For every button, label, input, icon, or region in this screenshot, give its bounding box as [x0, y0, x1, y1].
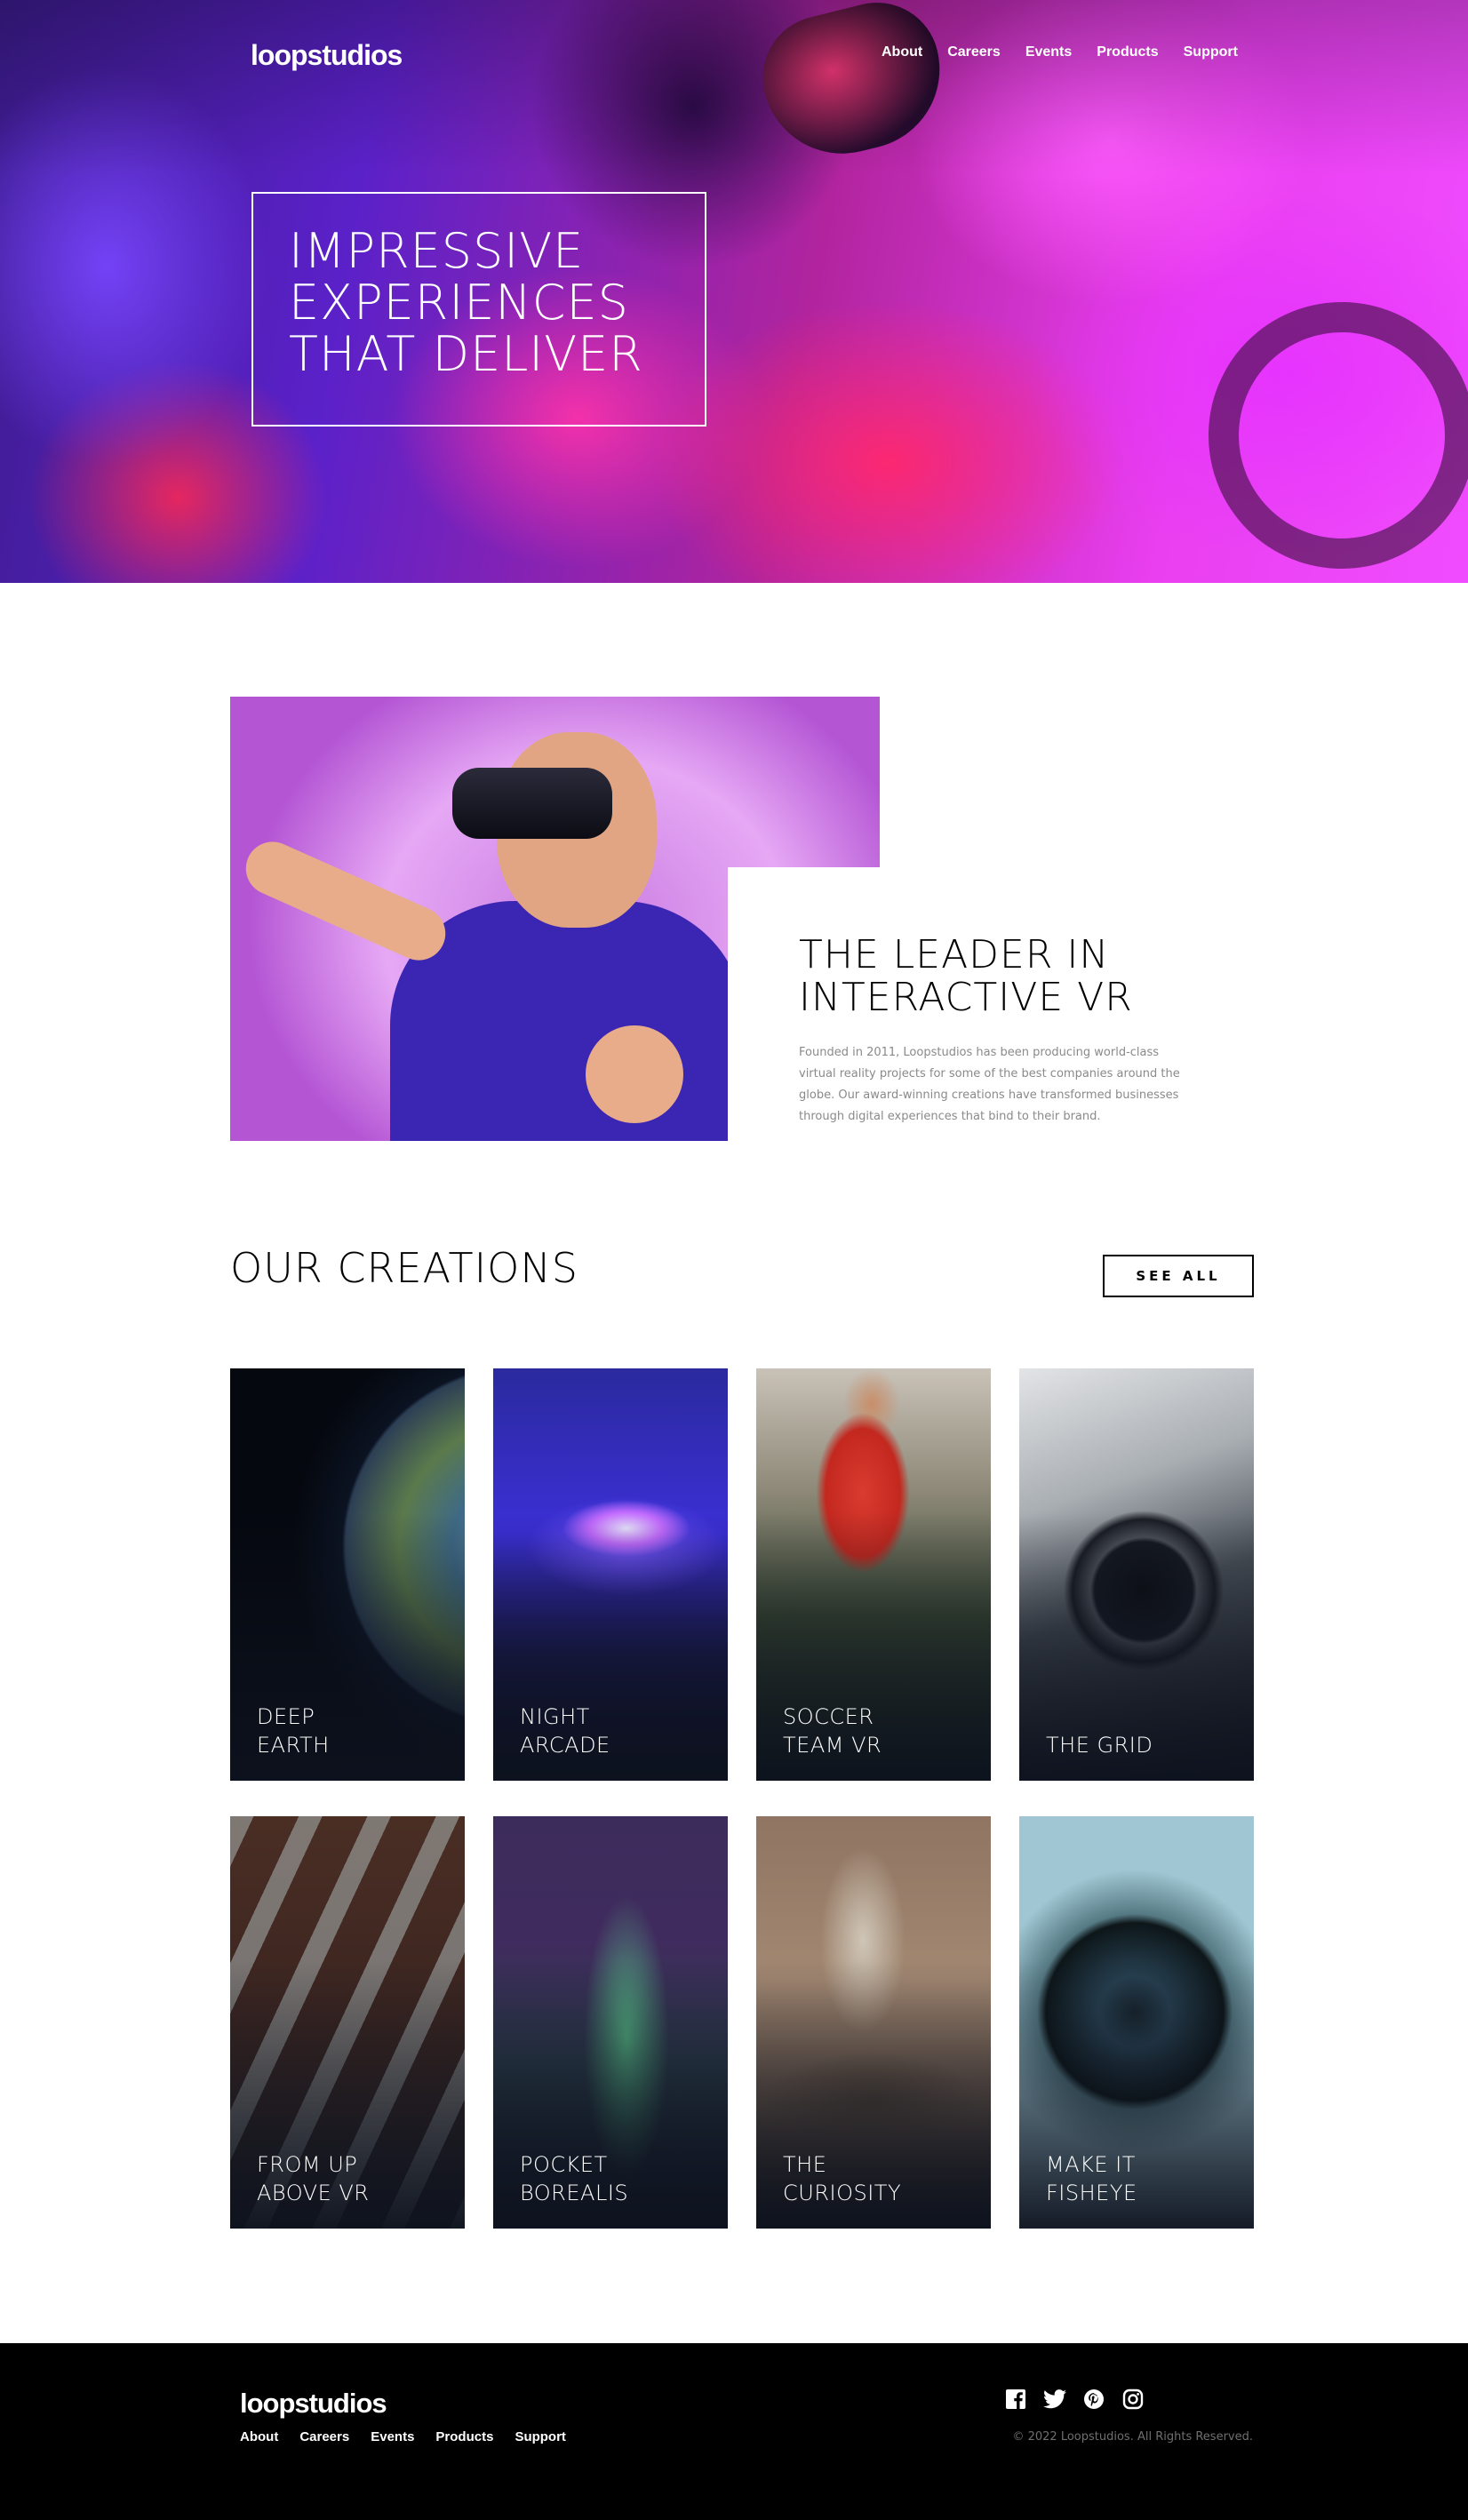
- nav-about[interactable]: About: [882, 44, 922, 60]
- creation-label: THE CURIOSITY: [783, 2150, 901, 2207]
- creation-card-soccer-team-vr[interactable]: SOCCER TEAM VR: [756, 1368, 991, 1781]
- creations-title: OUR CREATIONS: [230, 1244, 578, 1292]
- hero-section: loopstudios About Careers Events Product…: [0, 0, 1468, 583]
- intro-title-line: INTERACTIVE VR: [799, 975, 1133, 1020]
- intro-card: THE LEADER IN INTERACTIVE VR Founded in …: [728, 867, 1254, 1160]
- hero-title-box: IMPRESSIVE EXPERIENCES THAT DELIVER: [251, 192, 706, 427]
- creation-label-line: FISHEYE: [1046, 2181, 1137, 2205]
- facebook-icon[interactable]: [1004, 2388, 1027, 2411]
- creation-label: THE GRID: [1046, 1731, 1153, 1759]
- creation-card-the-curiosity[interactable]: THE CURIOSITY: [756, 1816, 991, 2229]
- nav-events[interactable]: Events: [1025, 44, 1072, 60]
- footer-nav-support[interactable]: Support: [515, 2429, 566, 2444]
- creation-label-line: THE GRID: [1046, 1733, 1153, 1758]
- creation-label-line: TEAM VR: [783, 1733, 882, 1758]
- hero-overlay: [0, 0, 1468, 583]
- creation-card-the-grid[interactable]: THE GRID: [1019, 1368, 1254, 1781]
- creation-label-line: POCKET: [520, 2152, 608, 2177]
- footer-nav-events[interactable]: Events: [371, 2429, 414, 2444]
- hero-title-line: EXPERIENCES: [289, 275, 629, 331]
- creation-label-line: CURIOSITY: [783, 2181, 902, 2205]
- creation-label: SOCCER TEAM VR: [783, 1703, 882, 1759]
- intro-title: THE LEADER IN INTERACTIVE VR: [799, 934, 1183, 1019]
- creation-label-line: DEEP: [257, 1704, 315, 1729]
- hero-title-line: THAT DELIVER: [289, 326, 643, 382]
- nav-careers[interactable]: Careers: [947, 44, 1001, 60]
- footer-nav: About Careers Events Products Support: [240, 2429, 587, 2444]
- creation-card-deep-earth[interactable]: DEEP EARTH: [230, 1368, 465, 1781]
- creation-label: NIGHT ARCADE: [520, 1703, 610, 1759]
- hero-title: IMPRESSIVE EXPERIENCES THAT DELIVER: [289, 226, 669, 380]
- nav-support[interactable]: Support: [1184, 44, 1238, 60]
- creation-label: POCKET BOREALIS: [520, 2150, 628, 2207]
- creation-card-make-it-fisheye[interactable]: MAKE IT FISHEYE: [1019, 1816, 1254, 2229]
- creation-label: DEEP EARTH: [257, 1703, 330, 1759]
- creation-label-line: MAKE IT: [1046, 2152, 1136, 2177]
- person-arm: [237, 833, 454, 969]
- nav-products[interactable]: Products: [1097, 44, 1158, 60]
- social-links: [1004, 2388, 1145, 2411]
- pinterest-icon[interactable]: [1082, 2388, 1105, 2411]
- creation-card-night-arcade[interactable]: NIGHT ARCADE: [493, 1368, 728, 1781]
- footer-logo[interactable]: loopstudios: [240, 2388, 387, 2420]
- see-all-button[interactable]: SEE ALL: [1103, 1255, 1254, 1297]
- main-nav: About Careers Events Products Support: [882, 44, 1263, 60]
- creation-label-line: EARTH: [257, 1733, 330, 1758]
- card-gradient: [1019, 1368, 1254, 1781]
- footer-nav-about[interactable]: About: [240, 2429, 278, 2444]
- person-hand: [586, 1025, 683, 1123]
- creation-label-line: FROM UP: [257, 2152, 358, 2177]
- creation-label-line: ARCADE: [520, 1733, 610, 1758]
- intro-text: Founded in 2011, Loopstudios has been pr…: [799, 1046, 1180, 1123]
- copyright-text: © 2022 Loopstudios. All Rights Reserved.: [1012, 2430, 1253, 2444]
- intro-title-line: THE LEADER IN: [799, 932, 1110, 977]
- instagram-icon[interactable]: [1121, 2388, 1145, 2411]
- creation-label-line: SOCCER: [783, 1704, 874, 1729]
- site-logo[interactable]: loopstudios: [251, 39, 403, 72]
- site-footer: loopstudios About Careers Events Product…: [0, 2343, 1468, 2520]
- creation-label-line: BOREALIS: [520, 2181, 629, 2205]
- creation-label: MAKE IT FISHEYE: [1046, 2150, 1137, 2207]
- creation-label-line: ABOVE VR: [257, 2181, 370, 2205]
- hero-title-line: IMPRESSIVE: [289, 223, 585, 279]
- creation-label-line: THE: [783, 2152, 827, 2177]
- creation-card-from-up-above-vr[interactable]: FROM UP ABOVE VR: [230, 1816, 465, 2229]
- footer-nav-careers[interactable]: Careers: [299, 2429, 349, 2444]
- creation-label-line: NIGHT: [520, 1704, 590, 1729]
- vr-headset: [452, 768, 612, 839]
- footer-nav-products[interactable]: Products: [435, 2429, 493, 2444]
- creation-label: FROM UP ABOVE VR: [257, 2150, 369, 2207]
- twitter-icon[interactable]: [1043, 2388, 1066, 2411]
- creation-card-pocket-borealis[interactable]: POCKET BOREALIS: [493, 1816, 728, 2229]
